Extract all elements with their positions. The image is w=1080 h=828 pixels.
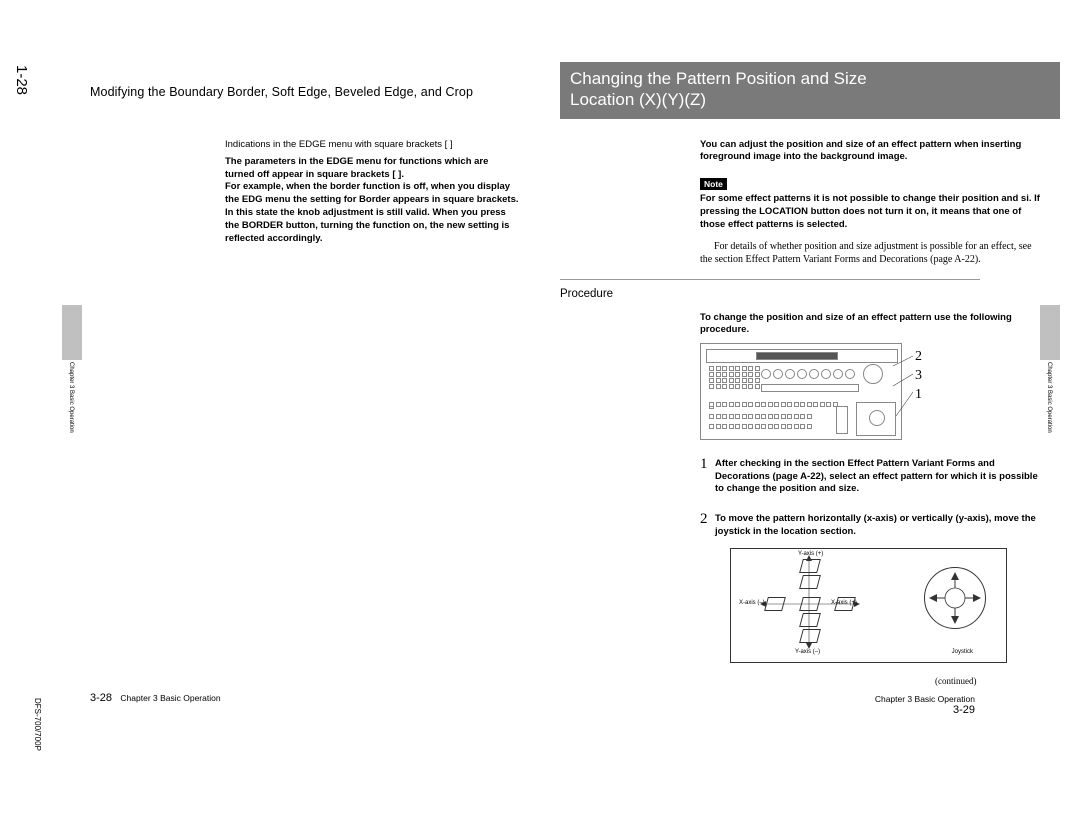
- intro-text: You can adjust the position and size of …: [700, 139, 1040, 165]
- joystick-icon: [924, 567, 986, 629]
- grip-mark-left: [62, 305, 82, 360]
- edge-subheading: Indications in the EDGE menu with square…: [225, 139, 520, 152]
- callout-3: 3: [915, 367, 922, 386]
- footer-right-chapter: Chapter 3 Basic Operation: [875, 694, 975, 704]
- axis-x-minus: X-axis (–): [739, 600, 765, 606]
- edge-paragraph-2: For example, when the border function is…: [225, 181, 520, 207]
- step-2-number: 2: [700, 512, 715, 538]
- joystick-diagram: Y-axis (+) Y-axis (–) X-axis (–) X-axis …: [730, 548, 1007, 663]
- callout-2: 2: [915, 348, 922, 367]
- footer-right-page: 3-29: [953, 704, 975, 716]
- callout-1: 1: [915, 386, 922, 405]
- note-tag: Note: [700, 178, 727, 190]
- step-1-text: After checking in the section Effect Pat…: [715, 458, 1040, 495]
- edge-paragraph-1: The parameters in the EDGE menu for func…: [225, 156, 520, 182]
- joystick-label: Joystick: [952, 649, 973, 655]
- page-tab-vertical: 1-28: [13, 65, 30, 95]
- section-banner: Changing the Pattern Position and Size L…: [560, 62, 1060, 119]
- banner-line2: Location (X)(Y)(Z): [570, 89, 1050, 110]
- step-2-text: To move the pattern horizontally (x-axis…: [715, 513, 1040, 538]
- footer-left-page: 3-28: [90, 692, 112, 704]
- footer-right: Chapter 3 Basic Operation 3-29: [860, 694, 975, 716]
- right-page: Changing the Pattern Position and Size L…: [560, 62, 1055, 663]
- step-2: 2 To move the pattern horizontally (x-ax…: [700, 513, 1040, 538]
- left-page: Modifying the Boundary Border, Soft Edge…: [90, 85, 520, 246]
- axis-y-plus: Y-axis (+): [798, 551, 823, 557]
- footer-left: 3-28 Chapter 3 Basic Operation: [90, 692, 221, 704]
- model-label-vertical: DFS-700/700P: [33, 698, 42, 751]
- side-chapter-label-left: Chapter 3 Basic Operation: [68, 362, 74, 433]
- divider: [560, 279, 980, 280]
- control-panel-icon: [700, 343, 902, 440]
- device-illustration: 2 3 1: [700, 343, 1040, 440]
- step-1-number: 1: [700, 457, 715, 495]
- left-page-header: Modifying the Boundary Border, Soft Edge…: [90, 85, 520, 99]
- axis-x-plus: X-axis (+): [831, 600, 857, 606]
- callout-numbers: 2 3 1: [915, 348, 922, 405]
- edge-paragraph-3: In this state the knob adjustment is sti…: [225, 207, 520, 245]
- continued-label: (continued): [935, 676, 976, 686]
- footer-left-chapter: Chapter 3 Basic Operation: [120, 693, 220, 703]
- detail-reference: For details of whether position and size…: [700, 240, 1040, 267]
- banner-line1: Changing the Pattern Position and Size: [570, 68, 1050, 89]
- procedure-intro: To change the position and size of an ef…: [700, 312, 1040, 338]
- step-1: 1 After checking in the section Effect P…: [700, 458, 1040, 495]
- note-body: For some effect patterns it is not possi…: [700, 193, 1040, 231]
- axis-y-minus: Y-axis (–): [795, 649, 820, 655]
- procedure-label: Procedure: [560, 288, 1055, 300]
